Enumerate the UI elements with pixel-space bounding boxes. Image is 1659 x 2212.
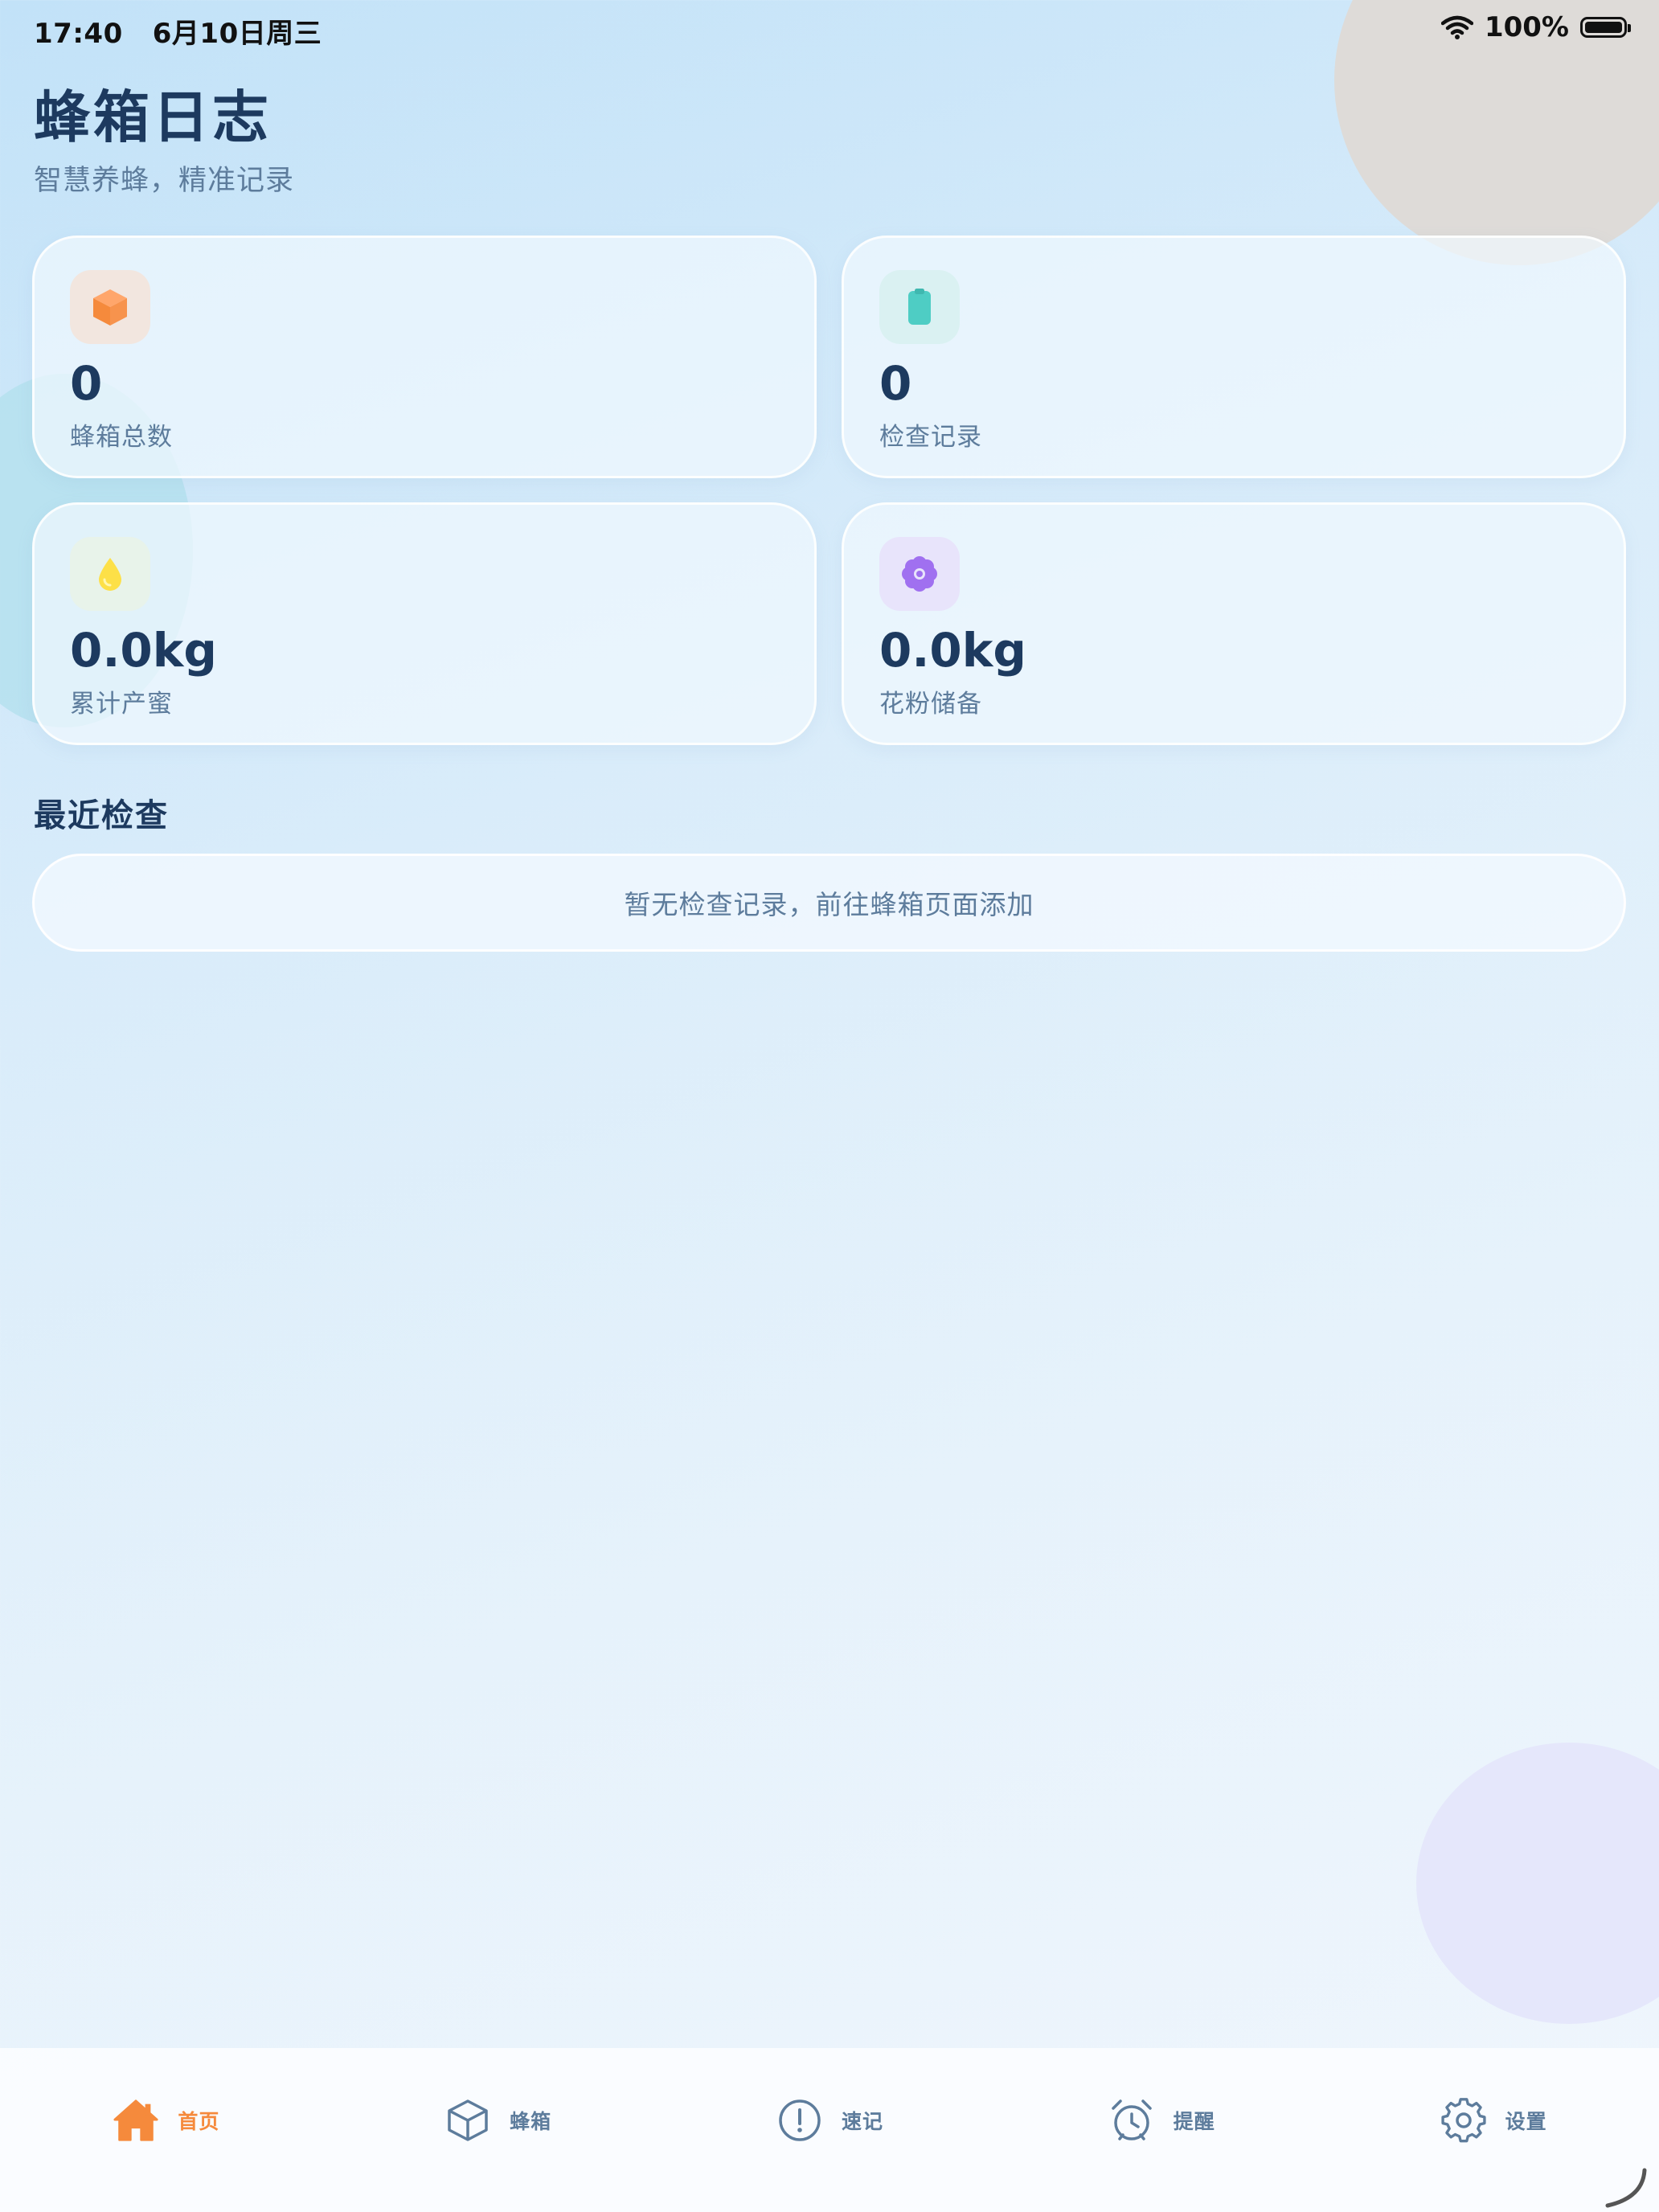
page-subtitle: 智慧养蜂，精准记录	[34, 165, 295, 197]
flower-icon	[879, 537, 960, 611]
bottom-nav: 首页 蜂箱 速记 提醒 设置	[0, 2048, 1659, 2212]
alert-circle-icon	[776, 2096, 824, 2144]
nav-label: 速记	[841, 2110, 883, 2133]
stat-value: 0.0kg	[70, 623, 217, 678]
nav-item-home[interactable]: 首页	[45, 2096, 286, 2144]
gear-icon	[1440, 2096, 1488, 2144]
stat-card-inspection-records[interactable]: 0 检查记录	[842, 236, 1626, 478]
stat-card-hive-total[interactable]: 0 蜂箱总数	[32, 236, 817, 478]
clipboard-icon	[879, 270, 960, 344]
nav-item-hives[interactable]: 蜂箱	[377, 2096, 618, 2144]
alarm-clock-icon	[1108, 2096, 1156, 2144]
drop-icon	[70, 537, 150, 611]
status-indicators: 100%	[1440, 11, 1631, 43]
stat-label: 花粉储备	[879, 690, 982, 719]
page-title: 蜂箱日志	[34, 84, 272, 150]
box-icon	[70, 270, 150, 344]
stat-card-honey-output[interactable]: 0.0kg 累计产蜜	[32, 502, 817, 745]
nav-label: 设置	[1505, 2110, 1547, 2133]
resize-handle-icon	[1605, 2168, 1647, 2208]
stat-value: 0	[879, 356, 912, 411]
status-bar: 17:40 6月10日周三 100%	[0, 0, 1659, 58]
recent-inspections-title: 最近检查	[34, 797, 169, 834]
nav-item-reminders[interactable]: 提醒	[1041, 2096, 1282, 2144]
battery-percent: 100%	[1484, 11, 1569, 43]
status-time: 17:40	[34, 18, 123, 50]
nav-item-quick-note[interactable]: 速记	[709, 2096, 950, 2144]
wifi-icon	[1440, 15, 1473, 39]
status-date: 6月10日周三	[152, 18, 322, 50]
nav-item-settings[interactable]: 设置	[1373, 2096, 1614, 2144]
stat-value: 0.0kg	[879, 623, 1026, 678]
empty-state-text: 暂无检查记录，前往蜂箱页面添加	[624, 889, 1034, 920]
stat-label: 检查记录	[879, 423, 982, 452]
home-icon	[112, 2096, 160, 2144]
recent-inspections-empty: 暂无检查记录，前往蜂箱页面添加	[32, 854, 1626, 952]
decorative-circle-bottom-right	[1416, 1743, 1659, 2024]
battery-icon	[1580, 17, 1631, 38]
stat-card-pollen-reserve[interactable]: 0.0kg 花粉储备	[842, 502, 1626, 745]
status-time-date: 17:40 6月10日周三	[34, 11, 322, 51]
nav-label: 蜂箱	[510, 2110, 552, 2133]
cube-icon	[444, 2096, 492, 2144]
nav-label: 提醒	[1173, 2110, 1215, 2133]
nav-label: 首页	[178, 2110, 220, 2133]
stat-label: 累计产蜜	[70, 690, 173, 719]
stat-value: 0	[70, 356, 103, 411]
stat-label: 蜂箱总数	[70, 423, 173, 452]
